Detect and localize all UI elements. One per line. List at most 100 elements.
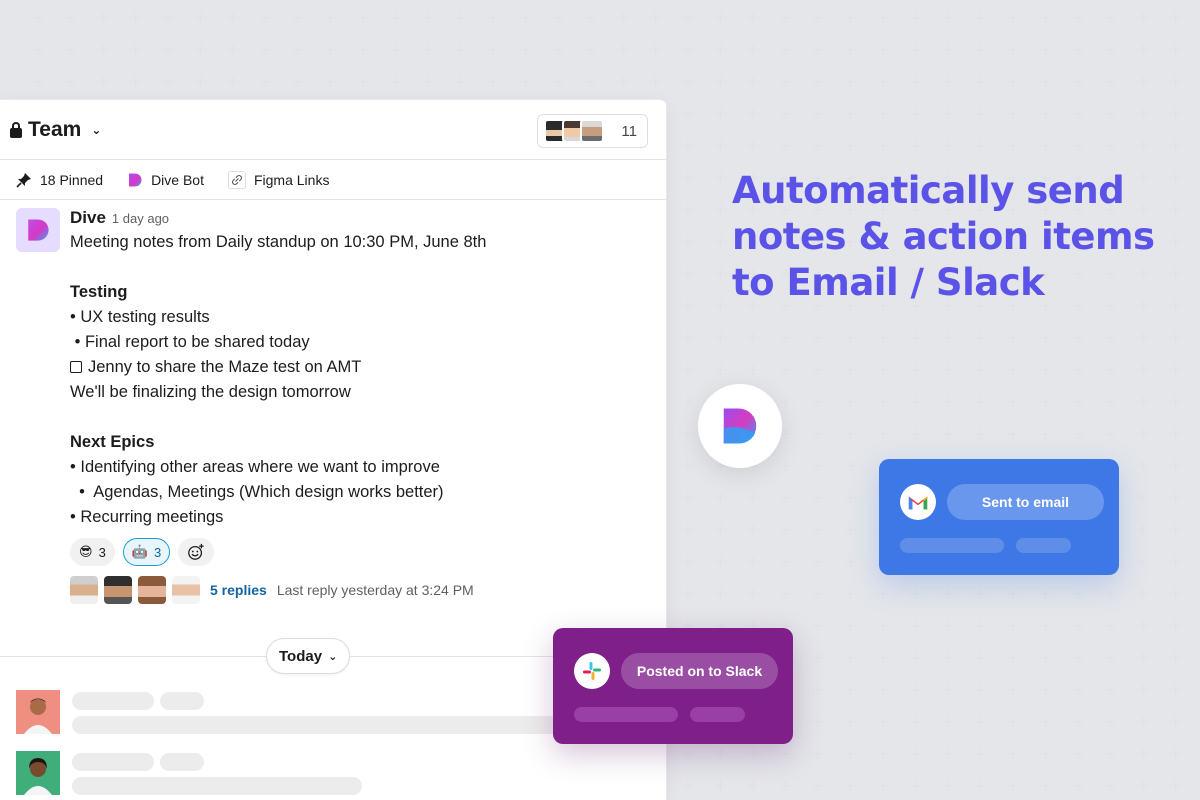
- skeleton-bar: [72, 777, 362, 795]
- plus-mark: [748, 589, 758, 599]
- plus-mark: [1008, 365, 1018, 375]
- plus-mark: [780, 45, 791, 55]
- reaction-count: 3: [98, 544, 106, 560]
- plus-mark: [1138, 109, 1148, 119]
- plus-mark: [650, 77, 661, 87]
- dive-logo-icon: [723, 408, 757, 444]
- plus-mark: [1008, 717, 1018, 727]
- skeleton-bar: [72, 692, 154, 710]
- bookmark-pinned[interactable]: 18 Pinned: [16, 172, 103, 188]
- member-avatar: [580, 119, 604, 143]
- chevron-down-icon: ⌄: [328, 650, 338, 663]
- plus-mark: [358, 13, 368, 23]
- message-heading-testing: Testing: [70, 283, 128, 301]
- plus-mark: [943, 397, 953, 407]
- plus-mark: [1105, 397, 1116, 407]
- reply-avatar: [138, 576, 166, 604]
- plus-mark: [1170, 749, 1181, 759]
- skeleton-bar: [72, 753, 154, 771]
- plus-mark: [1040, 397, 1051, 407]
- plus-mark: [780, 365, 791, 375]
- plus-mark: [1138, 141, 1148, 151]
- plus-mark: [1073, 13, 1083, 23]
- replies-link[interactable]: 5 replies: [210, 582, 267, 598]
- plus-mark: [1040, 717, 1051, 727]
- plus-mark: [325, 13, 336, 23]
- checkbox-icon[interactable]: [70, 361, 82, 373]
- plus-mark: [1138, 45, 1148, 55]
- plus-mark: [715, 77, 726, 87]
- plus-mark: [358, 45, 368, 55]
- robot-emoji-icon: 🤖: [131, 544, 148, 559]
- plus-mark: [585, 45, 596, 55]
- member-count: 11: [621, 122, 637, 140]
- plus-mark: [1073, 333, 1083, 343]
- message-timestamp[interactable]: 1 day ago: [112, 211, 169, 226]
- plus-mark: [1073, 429, 1083, 439]
- plus-mark: [780, 525, 791, 535]
- pin-icon: [16, 172, 32, 188]
- plus-mark: [1008, 621, 1018, 631]
- dive-logo-icon: [127, 172, 143, 188]
- reaction-robot[interactable]: 🤖 3: [122, 538, 171, 566]
- plus-mark: [748, 333, 758, 343]
- plus-mark: [975, 45, 986, 55]
- plus-mark: [813, 621, 823, 631]
- dive-avatar: [16, 208, 60, 252]
- plus-mark: [1138, 333, 1148, 343]
- plus-mark: [910, 45, 921, 55]
- message-author[interactable]: Dive: [70, 208, 106, 228]
- plus-mark: [715, 589, 726, 599]
- plus-mark: [683, 429, 693, 439]
- plus-mark: [423, 45, 433, 55]
- plus-mark: [293, 13, 303, 23]
- plus-mark: [1073, 749, 1083, 759]
- plus-mark: [845, 717, 856, 727]
- plus-mark: [520, 45, 531, 55]
- plus-mark: [1105, 333, 1116, 343]
- plus-mark: [845, 365, 856, 375]
- plus-mark: [748, 141, 758, 151]
- plus-mark: [813, 685, 823, 695]
- plus-mark: [130, 77, 141, 87]
- plus-mark: [780, 77, 791, 87]
- reaction-sunglasses[interactable]: 😎 3: [70, 538, 115, 566]
- plus-mark: [650, 13, 661, 23]
- channel-title-button[interactable]: Team ⌄: [10, 118, 101, 142]
- plus-mark: [1040, 749, 1051, 759]
- bookmark-dive-bot[interactable]: Dive Bot: [127, 172, 204, 188]
- plus-mark: [1105, 653, 1116, 663]
- plus-mark: [423, 13, 433, 23]
- plus-mark: [748, 525, 758, 535]
- plus-mark: [943, 141, 953, 151]
- placeholder-bar: [900, 538, 1004, 553]
- channel-name: Team: [28, 117, 82, 141]
- thread-replies[interactable]: 5 replies Last reply yesterday at 3:24 P…: [70, 576, 650, 604]
- date-divider-button[interactable]: Today ⌄: [266, 638, 351, 674]
- plus-mark: [683, 205, 693, 215]
- bookmark-figma-links[interactable]: Figma Links: [227, 170, 329, 189]
- dive-logo-badge: [698, 384, 782, 468]
- plus-mark: [975, 141, 986, 151]
- plus-mark: [1170, 461, 1181, 471]
- add-reaction-button[interactable]: [178, 538, 215, 566]
- plus-mark: [683, 749, 693, 759]
- plus-mark: [975, 13, 986, 23]
- members-button[interactable]: 11: [537, 114, 648, 148]
- plus-mark: [455, 45, 466, 55]
- plus-mark: [943, 77, 953, 87]
- plus-mark: [1105, 685, 1116, 695]
- plus-mark: [748, 749, 758, 759]
- plus-mark: [975, 77, 986, 87]
- posted-to-slack-button[interactable]: Posted on to Slack: [621, 653, 778, 689]
- plus-mark: [878, 77, 888, 87]
- sent-to-email-button[interactable]: Sent to email: [947, 484, 1104, 520]
- message-line: Meeting notes from Daily standup on 10:3…: [70, 233, 487, 251]
- plus-mark: [1040, 13, 1051, 23]
- plus-mark: [910, 653, 921, 663]
- plus-mark: [1040, 589, 1051, 599]
- message-body: Meeting notes from Daily standup on 10:3…: [70, 230, 650, 530]
- plus-mark: [813, 493, 823, 503]
- plus-mark: [975, 749, 986, 759]
- plus-mark: [1170, 621, 1181, 631]
